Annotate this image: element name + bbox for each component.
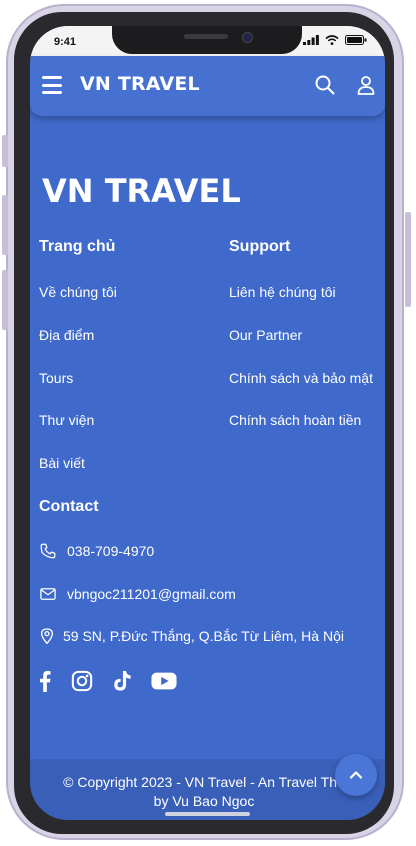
side-button: [2, 195, 8, 255]
link-gallery[interactable]: Thư viện: [39, 412, 94, 428]
signal-icon: [303, 35, 319, 45]
copyright-line-2: by Vu Bao Ngoc: [153, 793, 255, 809]
link-contact-us[interactable]: Liên hệ chúng tôi: [229, 284, 336, 300]
tiktok-icon[interactable]: [112, 670, 132, 692]
copyright-bar: © Copyright 2023 - VN Travel - An Travel…: [30, 759, 385, 820]
contact-phone-text: 038-709-4970: [67, 543, 155, 559]
copyright-line-1: © Copyright 2023 - VN Travel - An Travel…: [63, 774, 345, 790]
status-bar: 9:41: [30, 26, 385, 58]
battery-icon: [345, 35, 367, 45]
contact-email-text: vbngoc211201@gmail.com: [67, 586, 236, 602]
footer-brand-title: VN TRAVEL: [42, 172, 241, 210]
side-button: [2, 135, 8, 167]
side-button: [2, 270, 8, 330]
wifi-icon: [325, 35, 339, 45]
link-articles[interactable]: Bài viết: [39, 455, 85, 471]
contact-address: 59 SN, P.Đức Thắng, Q.Bắc Từ Liêm, Hà Nộ…: [39, 627, 344, 645]
camera: [242, 32, 253, 43]
instagram-icon[interactable]: [71, 670, 93, 692]
link-partner[interactable]: Our Partner: [229, 327, 302, 343]
link-destinations[interactable]: Địa điểm: [39, 327, 94, 343]
link-tours[interactable]: Tours: [39, 370, 73, 386]
side-button: [405, 212, 411, 307]
brand-logo[interactable]: VN TRAVEL: [80, 73, 200, 95]
link-about[interactable]: Về chúng tôi: [39, 284, 117, 300]
home-indicator: [165, 812, 250, 816]
status-icons: [303, 35, 367, 45]
screen: 9:41 VN TRAVEL VN TRAVEL Trang chủ Suppo…: [30, 26, 385, 820]
copyright-text: © Copyright 2023 - VN Travel - An Travel…: [44, 773, 364, 811]
contact-phone[interactable]: 038-709-4970: [39, 542, 154, 560]
link-refund[interactable]: Chính sách hoàn tiền: [229, 412, 361, 428]
location-pin-icon: [41, 628, 53, 644]
contact-heading: Contact: [39, 498, 99, 515]
status-time: 9:41: [54, 36, 77, 48]
notch: [112, 26, 302, 54]
col-heading-support: Support: [229, 238, 291, 255]
menu-icon[interactable]: [42, 76, 62, 94]
social-links: [38, 670, 177, 692]
phone-icon: [40, 543, 56, 559]
contact-address-text: 59 SN, P.Đức Thắng, Q.Bắc Từ Liêm, Hà Nộ…: [63, 628, 344, 644]
search-icon[interactable]: [314, 74, 336, 96]
youtube-icon[interactable]: [151, 671, 177, 691]
user-icon[interactable]: [355, 74, 377, 96]
facebook-icon[interactable]: [38, 670, 52, 692]
top-header: VN TRAVEL: [30, 56, 385, 116]
chevron-up-icon: [349, 771, 363, 779]
contact-email[interactable]: vbngoc211201@gmail.com: [39, 585, 236, 603]
mail-icon: [40, 588, 56, 600]
col-heading-home[interactable]: Trang chủ: [39, 238, 115, 256]
speaker: [184, 34, 228, 39]
link-privacy[interactable]: Chính sách và bảo mật: [229, 370, 373, 386]
scroll-to-top-button[interactable]: [335, 754, 377, 796]
